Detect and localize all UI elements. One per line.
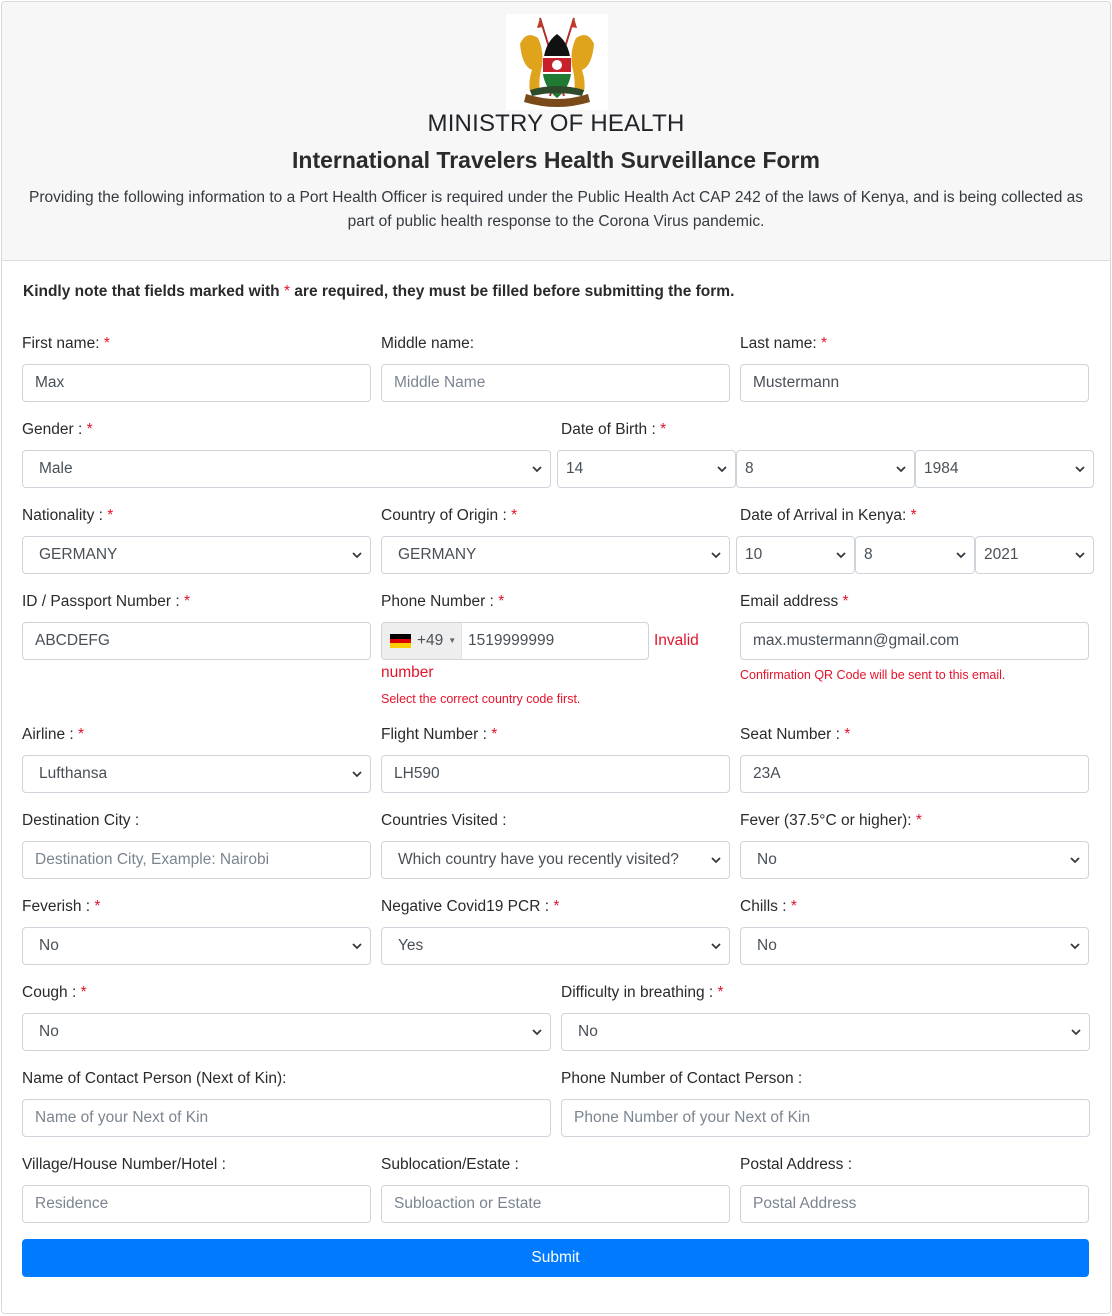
country-code: +49 (417, 632, 444, 649)
chills-select[interactable]: No (740, 927, 1089, 965)
destination-label: Destination City : (22, 812, 140, 829)
destination-input[interactable]: Destination City, Example: Nairobi (22, 841, 371, 879)
phone-error-wrap: number (381, 664, 434, 681)
chevron-down-icon (532, 1014, 542, 1050)
arrival-month-select[interactable]: 8 (855, 536, 975, 574)
feverish-select[interactable]: No (22, 927, 371, 965)
email-hint: Confirmation QR Code will be sent to thi… (740, 668, 1006, 682)
cough-label: Cough : * (22, 984, 87, 1001)
middle-name-input[interactable]: Middle Name (381, 364, 730, 402)
submit-button[interactable]: Submit (22, 1239, 1089, 1277)
arrival-label: Date of Arrival in Kenya: * (740, 507, 917, 524)
seat-input[interactable]: 23A (740, 755, 1089, 793)
dob-label: Date of Birth : * (561, 421, 667, 438)
chevron-down-icon (1070, 928, 1080, 964)
feverish-label: Feverish : * (22, 898, 101, 915)
residence-label: Village/House Number/Hotel : (22, 1156, 226, 1173)
chevron-down-icon (532, 451, 542, 487)
passport-input[interactable]: ABCDEFG (22, 622, 371, 660)
chevron-down-icon (1071, 1014, 1081, 1050)
cough-select[interactable]: No (22, 1013, 551, 1051)
kin-name-label: Name of Contact Person (Next of Kin): (22, 1070, 287, 1087)
chills-label: Chills : * (740, 898, 797, 915)
form-header: MINISTRY OF HEALTH International Travele… (2, 2, 1110, 261)
airline-label: Airline : * (22, 726, 85, 743)
note-text-before: Kindly note that fields marked with (23, 283, 284, 300)
chevron-down-icon (711, 928, 721, 964)
chevron-down-icon (1075, 451, 1085, 487)
sublocation-input[interactable]: Subloaction or Estate (381, 1185, 730, 1223)
passport-label: ID / Passport Number : * (22, 593, 190, 610)
form-card: MINISTRY OF HEALTH International Travele… (1, 1, 1111, 1314)
sublocation-label: Sublocation/Estate : (381, 1156, 519, 1173)
email-input[interactable]: max.mustermann@gmail.com (740, 622, 1089, 660)
first-name-label: First name: * (22, 335, 110, 352)
postal-label: Postal Address : (740, 1156, 853, 1173)
dob-day-select[interactable]: 14 (557, 450, 736, 488)
middle-name-label: Middle name: (381, 335, 475, 352)
pcr-select[interactable]: Yes (381, 927, 730, 965)
chevron-down-icon (711, 842, 721, 878)
arrival-day-select[interactable]: 10 (736, 536, 855, 574)
phone-input[interactable]: +49 ▼ 1519999999 (381, 622, 649, 660)
last-name-label: Last name: * (740, 335, 828, 352)
ministry-title: MINISTRY OF HEALTH (427, 110, 685, 137)
phone-label: Phone Number : * (381, 593, 505, 610)
phone-error-inline: Invalid (654, 632, 699, 649)
flight-label: Flight Number : * (381, 726, 498, 743)
note-text-after: are required, they must be filled before… (290, 283, 735, 300)
form-title: International Travelers Health Surveilla… (292, 147, 820, 173)
country-origin-label: Country of Origin : * (381, 507, 518, 524)
residence-input[interactable]: Residence (22, 1185, 371, 1223)
required-note: Kindly note that fields marked with * ar… (23, 283, 734, 301)
chevron-down-icon (711, 537, 721, 573)
chevron-down-icon (352, 756, 362, 792)
phone-hint: Select the correct country code first. (381, 692, 581, 706)
postal-input[interactable]: Postal Address (740, 1185, 1089, 1223)
intro-text: Providing the following information to a… (28, 189, 1084, 230)
airline-select[interactable]: Lufthansa (22, 755, 371, 793)
fever-select[interactable]: No (740, 841, 1089, 879)
nationality-label: Nationality : * (22, 507, 114, 524)
kin-name-input[interactable]: Name of your Next of Kin (22, 1099, 551, 1137)
chevron-down-icon (956, 537, 966, 573)
chevron-down-icon (896, 451, 906, 487)
chevron-down-icon (836, 537, 846, 573)
last-name-input[interactable]: Mustermann (740, 364, 1089, 402)
kin-phone-label: Phone Number of Contact Person : (561, 1070, 803, 1087)
pcr-label: Negative Covid19 PCR : * (381, 898, 560, 915)
seat-label: Seat Number : * (740, 726, 851, 743)
chevron-down-icon (352, 537, 362, 573)
fever-label: Fever (37.5°C or higher): * (740, 812, 922, 829)
phone-value: 1519999999 (468, 632, 555, 649)
country-code-dropdown[interactable]: +49 ▼ (382, 623, 462, 659)
coat-of-arms-logo (506, 14, 608, 110)
gender-select[interactable]: Male (22, 450, 551, 488)
kin-phone-input[interactable]: Phone Number of your Next of Kin (561, 1099, 1090, 1137)
caret-down-icon: ▼ (448, 636, 457, 645)
countries-visited-select[interactable]: Which country have you recently visited? (381, 841, 730, 879)
breathing-label: Difficulty in breathing : * (561, 984, 724, 1001)
chevron-down-icon (1075, 537, 1085, 573)
breathing-select[interactable]: No (561, 1013, 1090, 1051)
chevron-down-icon (1070, 842, 1080, 878)
chevron-down-icon (352, 928, 362, 964)
countries-visited-label: Countries Visited : (381, 812, 507, 829)
country-origin-select[interactable]: GERMANY (381, 536, 730, 574)
chevron-down-icon (717, 451, 727, 487)
dob-year-select[interactable]: 1984 (915, 450, 1094, 488)
dob-month-select[interactable]: 8 (736, 450, 915, 488)
germany-flag-icon (390, 634, 411, 648)
email-label: Email address * (740, 593, 849, 610)
flight-input[interactable]: LH590 (381, 755, 730, 793)
first-name-input[interactable]: Max (22, 364, 371, 402)
arrival-year-select[interactable]: 2021 (975, 536, 1094, 574)
gender-label: Gender : * (22, 421, 93, 438)
nationality-select[interactable]: GERMANY (22, 536, 371, 574)
